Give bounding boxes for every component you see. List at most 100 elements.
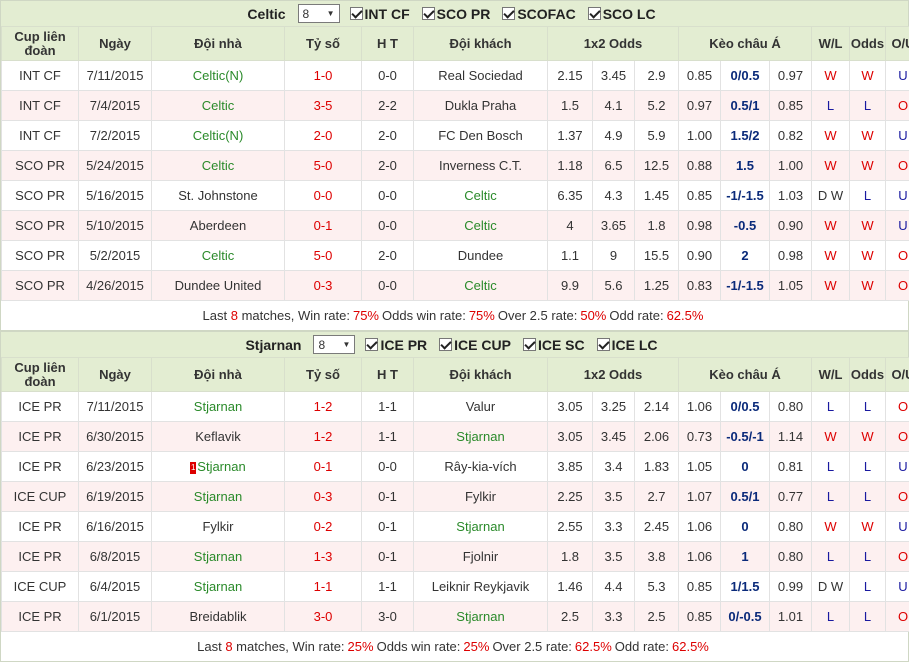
home-team-cell[interactable]: Stjarnan (151, 541, 285, 572)
column-header-wl[interactable]: W/L (811, 357, 850, 392)
away-team-cell[interactable]: Inverness C.T. (413, 150, 548, 181)
away-team-cell[interactable]: Celtic (413, 180, 548, 211)
column-header-league[interactable]: Cup liên đoàn (1, 357, 79, 392)
checkbox-checked-icon[interactable] (365, 338, 379, 351)
table-row[interactable]: ICE PR 6/23/2015 1 Stjarnan 0-1 0-0 Rây-kia-ví… (1, 451, 909, 482)
league-cell[interactable]: INT CF (1, 60, 79, 91)
table-row[interactable]: ICE CUP 6/4/2015 Stjarnan 1-1 1-1 Leiknir Rey… (1, 571, 909, 602)
league-cell[interactable]: SCO PR (1, 240, 79, 271)
away-team-cell[interactable]: Valur (413, 391, 548, 422)
table-row[interactable]: ICE PR 7/11/2015 Stjarnan 1-2 1-1 Valur 3.05 3.… (1, 391, 909, 422)
column-header-oddsres[interactable]: Odds (849, 26, 886, 61)
column-header-score[interactable]: Tỷ số (284, 357, 362, 392)
column-header-home[interactable]: Đội nhà (151, 26, 285, 61)
column-header-asian[interactable]: Kèo châu Á (678, 26, 812, 61)
table-row[interactable]: ICE PR 6/30/2015 Keflavik 1-2 1-1 Stjarnan 3.0… (1, 421, 909, 452)
league-cell[interactable]: SCO PR (1, 210, 79, 241)
table-row[interactable]: ICE PR 6/1/2015 Breidablik 3-0 3-0 Stjarnan 2.… (1, 601, 909, 632)
checkbox-checked-icon[interactable] (596, 338, 610, 351)
table-row[interactable]: INT CF 7/4/2015 Celtic 3-5 2-2 Dukla Praha 1.5… (1, 90, 909, 121)
league-cell[interactable]: INT CF (1, 120, 79, 151)
home-team-cell[interactable]: Fylkir (151, 511, 285, 542)
column-header-ou[interactable]: O/U (885, 26, 909, 61)
table-row[interactable]: ICE CUP 6/19/2015 Stjarnan 0-3 0-1 Fylkir 2.25… (1, 481, 909, 512)
league-cell[interactable]: SCO PR (1, 150, 79, 181)
home-team-cell[interactable]: Celtic (151, 90, 285, 121)
checkbox-checked-icon[interactable] (587, 7, 601, 20)
league-cell[interactable]: SCO PR (1, 270, 79, 301)
match-count-select[interactable]: 8 ▼ (297, 4, 340, 23)
checkbox-checked-icon[interactable] (349, 7, 363, 20)
home-team-cell[interactable]: 1 Stjarnan (151, 451, 285, 482)
home-team-cell[interactable]: Stjarnan (151, 571, 285, 602)
home-team-cell[interactable]: Stjarnan (151, 481, 285, 512)
league-filter-checkbox[interactable]: SCO LC (587, 6, 656, 22)
league-filter-checkbox[interactable]: SCO PR (421, 6, 490, 22)
column-header-date[interactable]: Ngày (78, 357, 152, 392)
away-team-cell[interactable]: Celtic (413, 270, 548, 301)
away-team-cell[interactable]: Rây-kia-vích (413, 451, 548, 482)
league-cell[interactable]: ICE PR (1, 451, 79, 482)
away-team-cell[interactable]: FC Den Bosch (413, 120, 548, 151)
league-cell[interactable]: SCO PR (1, 180, 79, 211)
column-header-league[interactable]: Cup liên đoàn (1, 26, 79, 61)
column-header-ht[interactable]: H T (361, 26, 414, 61)
match-count-select[interactable]: 8 ▼ (313, 335, 356, 354)
away-team-cell[interactable]: Dukla Praha (413, 90, 548, 121)
column-header-asian[interactable]: Kèo châu Á (678, 357, 812, 392)
table-row[interactable]: INT CF 7/2/2015 Celtic(N) 2-0 2-0 FC Den Bosc… (1, 120, 909, 151)
column-header-away[interactable]: Đội khách (413, 357, 548, 392)
away-team-cell[interactable]: Dundee (413, 240, 548, 271)
league-cell[interactable]: ICE CUP (1, 481, 79, 512)
away-team-cell[interactable]: Fylkir (413, 481, 548, 512)
league-cell[interactable]: INT CF (1, 90, 79, 121)
column-header-away[interactable]: Đội khách (413, 26, 548, 61)
column-header-oddsres[interactable]: Odds (849, 357, 886, 392)
table-row[interactable]: SCO PR 5/10/2015 Aberdeen 0-1 0-0 Celtic 4 3.65… (1, 210, 909, 241)
home-team-name[interactable]: Stjarnan (197, 459, 245, 474)
table-row[interactable]: INT CF 7/11/2015 Celtic(N) 1-0 0-0 Real Socie… (1, 60, 909, 91)
league-filter-checkbox[interactable]: INT CF (349, 6, 410, 22)
away-team-cell[interactable]: Leiknir Reykjavik (413, 571, 548, 602)
league-cell[interactable]: ICE PR (1, 391, 79, 422)
away-team-cell[interactable]: Stjarnan (413, 601, 548, 632)
column-header-ht[interactable]: H T (361, 357, 414, 392)
league-filter-checkbox[interactable]: ICE CUP (439, 337, 511, 353)
column-header-score[interactable]: Tỷ số (284, 26, 362, 61)
table-row[interactable]: ICE PR 6/16/2015 Fylkir 0-2 0-1 Stjarnan 2.55 3… (1, 511, 909, 542)
away-team-cell[interactable]: Fjolnir (413, 541, 548, 572)
league-filter-checkbox[interactable]: ICE SC (522, 337, 585, 353)
column-header-home[interactable]: Đội nhà (151, 357, 285, 392)
league-cell[interactable]: ICE PR (1, 601, 79, 632)
column-header-odds[interactable]: 1x2 Odds (547, 357, 679, 392)
league-filter-checkbox[interactable]: ICE PR (365, 337, 427, 353)
home-team-cell[interactable]: Stjarnan (151, 391, 285, 422)
home-team-cell[interactable]: Celtic (151, 150, 285, 181)
league-cell[interactable]: ICE PR (1, 421, 79, 452)
table-row[interactable]: ICE PR 6/8/2015 Stjarnan 1-3 0-1 Fjolnir 1.8 3.… (1, 541, 909, 572)
home-team-cell[interactable]: Celtic(N) (151, 60, 285, 91)
league-cell[interactable]: ICE CUP (1, 571, 79, 602)
home-team-cell[interactable]: Dundee United (151, 270, 285, 301)
away-team-cell[interactable]: Stjarnan (413, 421, 548, 452)
home-team-cell[interactable]: St. Johnstone (151, 180, 285, 211)
league-filter-checkbox[interactable]: SCOFAC (502, 6, 576, 22)
column-header-wl[interactable]: W/L (811, 26, 850, 61)
checkbox-checked-icon[interactable] (522, 338, 536, 351)
column-header-date[interactable]: Ngày (78, 26, 152, 61)
home-team-cell[interactable]: Keflavik (151, 421, 285, 452)
table-row[interactable]: SCO PR 5/24/2015 Celtic 5-0 2-0 Inverness C.T… (1, 150, 909, 181)
home-team-cell[interactable]: Aberdeen (151, 210, 285, 241)
checkbox-checked-icon[interactable] (421, 7, 435, 20)
home-team-cell[interactable]: Celtic (151, 240, 285, 271)
column-header-odds[interactable]: 1x2 Odds (547, 26, 679, 61)
table-row[interactable]: SCO PR 5/2/2015 Celtic 5-0 2-0 Dundee 1.1 9 15.5… (1, 240, 909, 271)
league-cell[interactable]: ICE PR (1, 541, 79, 572)
away-team-cell[interactable]: Celtic (413, 210, 548, 241)
table-row[interactable]: SCO PR 4/26/2015 Dundee United 0-3 0-0 Celtic… (1, 270, 909, 301)
league-filter-checkbox[interactable]: ICE LC (596, 337, 658, 353)
league-cell[interactable]: ICE PR (1, 511, 79, 542)
home-team-cell[interactable]: Celtic(N) (151, 120, 285, 151)
table-row[interactable]: SCO PR 5/16/2015 St. Johnstone 0-0 0-0 Celtic… (1, 180, 909, 211)
checkbox-checked-icon[interactable] (502, 7, 516, 20)
